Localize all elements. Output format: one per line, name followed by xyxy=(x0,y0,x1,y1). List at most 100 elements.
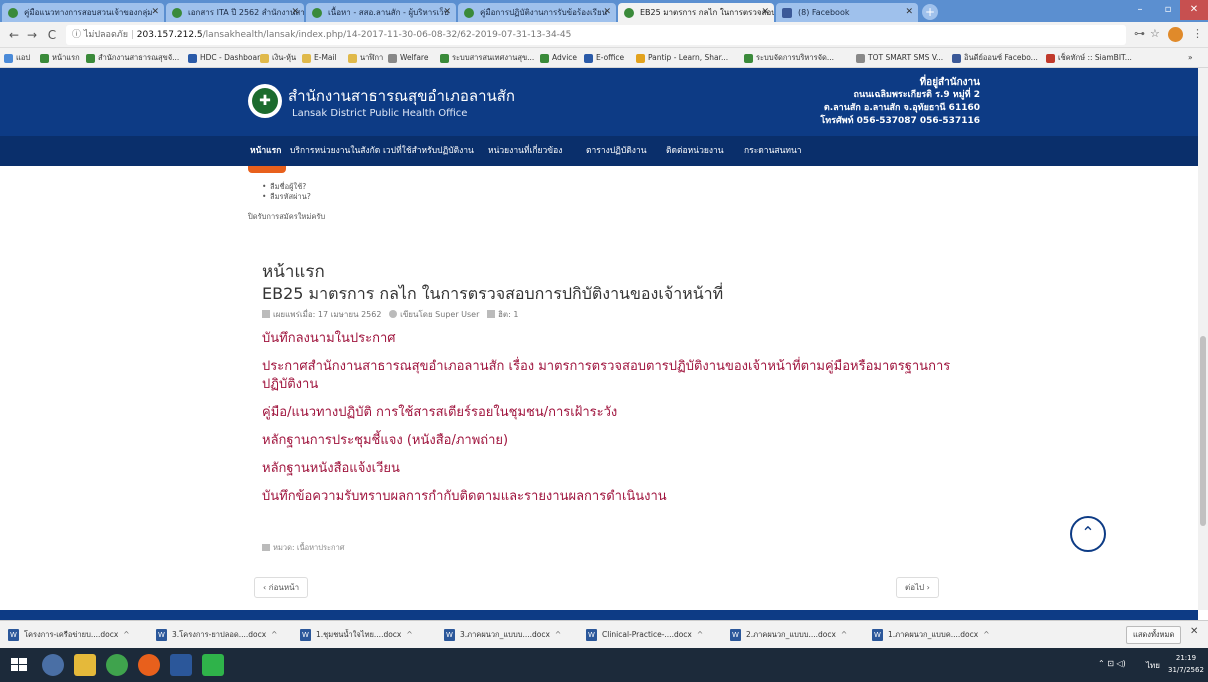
line-app-icon[interactable] xyxy=(202,654,224,676)
chrome-icon[interactable] xyxy=(106,654,128,676)
minimize-window-icon[interactable]: – xyxy=(1126,0,1154,20)
cloud-icon[interactable] xyxy=(42,654,64,676)
close-window-icon[interactable]: ✕ xyxy=(1180,0,1208,20)
download-item[interactable]: W 3.โครงการ-ยาปลอด....docx ^ xyxy=(156,626,277,644)
key-icon[interactable]: ⊶ xyxy=(1134,27,1145,40)
next-page-button[interactable]: ต่อไป › xyxy=(896,577,939,598)
firefox-icon[interactable] xyxy=(138,654,160,676)
tab-label: เนื้อหา - สสอ.ลานสัก - ผู้บริหารเว็บ xyxy=(328,8,449,17)
nav-affiliated-services[interactable]: บริการหน่วยงานในสังกัด xyxy=(290,136,380,166)
input-language[interactable]: ไทย xyxy=(1146,659,1160,672)
bookmark-item[interactable]: TOT SMART SMS V... xyxy=(856,51,943,65)
article-link[interactable]: บันทึกลงนามในประกาศ xyxy=(262,330,962,348)
bookmark-item[interactable]: HDC - Dashboard xyxy=(188,51,265,65)
bookmark-item[interactable]: Pantip - Learn, Shar... xyxy=(636,51,728,65)
close-downloads-icon[interactable]: ✕ xyxy=(1190,626,1198,637)
bookmark-folder[interactable]: นาฬิกา xyxy=(348,51,383,65)
chevron-up-icon[interactable]: ^ xyxy=(841,630,847,639)
nav-related-agencies[interactable]: หน่วยงานที่เกี่ยวข้อง xyxy=(488,136,562,166)
browser-tab[interactable]: คู่มือแนวทางการสอบสวนเจ้าของกลุ่ม ✕ xyxy=(2,3,164,22)
download-item[interactable]: W 3.ภาคผนวก_แบบบ....docx ^ xyxy=(444,626,561,644)
web-page: ✚ สำนักงานสาธารณสุขอำเภอลานสัก Lansak Di… xyxy=(0,68,1198,610)
download-item[interactable]: W Clinical-Practice-....docx ^ xyxy=(586,626,703,644)
bookmark-item[interactable]: Welfare xyxy=(388,51,428,65)
new-tab-button[interactable]: + xyxy=(922,4,938,20)
bookmark-item[interactable]: เช็คทักษ์ :: SiamBIT... xyxy=(1046,51,1132,65)
article-link[interactable]: บันทึกข้อความรับทราบผลการกำกับติดตามและร… xyxy=(262,488,962,506)
system-tray-icons[interactable]: ⌃ ⊡ ◁) xyxy=(1098,659,1126,668)
chevron-up-icon[interactable]: ^ xyxy=(555,630,561,639)
not-secure-label[interactable]: ⓘ ไม่ปลอดภัย xyxy=(72,30,128,40)
close-tab-icon[interactable]: ✕ xyxy=(905,3,913,22)
article-link[interactable]: หลักฐานการประชุมชี้แจง (หนังสือ/ภาพถ่าย) xyxy=(262,432,962,450)
chevron-up-icon[interactable]: ^ xyxy=(983,630,989,639)
nav-forum[interactable]: กระดานสนทนา xyxy=(744,136,802,166)
scrollbar-thumb[interactable] xyxy=(1200,336,1206,526)
close-tab-icon[interactable]: ✕ xyxy=(603,3,611,22)
windows-start-icon[interactable] xyxy=(8,654,30,676)
download-item[interactable]: W 1.ภาคผนวก_แบบค....docx ^ xyxy=(872,626,989,644)
browser-tab[interactable]: เนื้อหา - สสอ.ลานสัก - ผู้บริหารเว็บ ✕ xyxy=(306,3,456,22)
nav-contact[interactable]: ติดต่อหน่วยงาน xyxy=(666,136,724,166)
maximize-window-icon[interactable]: ▫ xyxy=(1154,0,1182,20)
bookmark-star-icon[interactable]: ☆ xyxy=(1150,27,1160,40)
download-item[interactable]: W 2.ภาคผนวก_แบบบ....docx ^ xyxy=(730,626,847,644)
site-logo[interactable]: ✚ xyxy=(248,84,282,118)
bookmark-folder[interactable]: เงิน-หุ้น xyxy=(260,51,296,65)
browser-tab[interactable]: คู่มือการปฏิบัติงานการรับข้อร้องเรียน ✕ xyxy=(458,3,616,22)
back-to-top-icon[interactable]: ⌃ xyxy=(1070,516,1106,552)
more-bookmarks-icon[interactable]: » xyxy=(1188,51,1193,65)
browser-menu-icon[interactable]: ⋮ xyxy=(1192,27,1203,40)
chevron-up-icon[interactable]: ^ xyxy=(271,630,277,639)
browser-tab[interactable]: เอกสาร ITA ปี 2562 สำนักงานสาธาร ✕ xyxy=(166,3,304,22)
download-item[interactable]: W โครงการ-เครือข่ายบ....docx ^ xyxy=(8,626,130,644)
url-input[interactable]: ⓘ ไม่ปลอดภัย | 203.157.212.5/lansakhealt… xyxy=(66,25,1126,45)
forward-arrow-icon[interactable]: → xyxy=(24,26,40,44)
article-link[interactable]: คู่มือ/แนวทางปฏิบัติ การใช้สารสเตียร์รอย… xyxy=(262,404,962,422)
health-emblem-icon: ✚ xyxy=(252,88,278,114)
close-tab-icon[interactable]: ✕ xyxy=(151,3,159,22)
article-title: EB25 มาตรการ กลไก ในการตรวจสอบการปกิบัติ… xyxy=(262,284,724,303)
bookmark-item[interactable]: ระบบสารสนเทศงานสุข... xyxy=(440,51,534,65)
word-icon[interactable] xyxy=(170,654,192,676)
close-tab-icon[interactable]: ✕ xyxy=(291,3,299,22)
bookmark-apps[interactable]: แอป xyxy=(4,51,30,65)
bookmark-item[interactable]: E-office xyxy=(584,51,624,65)
bookmark-item[interactable]: อินดีย์ออนซ์ Facebo... xyxy=(952,51,1038,65)
chevron-up-icon[interactable]: ^ xyxy=(697,630,703,639)
bookmark-folder[interactable]: E-Mail xyxy=(302,51,337,65)
back-arrow-icon[interactable]: ← xyxy=(6,26,22,44)
site-header: ✚ สำนักงานสาธารณสุขอำเภอลานสัก Lansak Di… xyxy=(0,68,1198,136)
page-scrollbar[interactable] xyxy=(1198,68,1208,610)
reload-icon[interactable]: C xyxy=(44,26,60,44)
taskbar-clock[interactable]: 21:19 31/7/2562 xyxy=(1168,652,1204,676)
bookmark-item[interactable]: หน้าแรก xyxy=(40,51,80,65)
close-tab-icon[interactable]: ✕ xyxy=(761,3,769,22)
chevron-up-icon[interactable]: ^ xyxy=(123,630,129,639)
bookmark-item[interactable]: Advice xyxy=(540,51,577,65)
close-tab-icon[interactable]: ✕ xyxy=(443,3,451,22)
download-item[interactable]: W 1.ชุมชนน้ำใจไทย....docx ^ xyxy=(300,626,413,644)
browser-tab-strip: คู่มือแนวทางการสอบสวนเจ้าของกลุ่ม ✕ เอกส… xyxy=(0,0,1208,22)
browser-tab-active[interactable]: EB25 มาตรการ กลไก ในการตรวจสอบ ✕ xyxy=(618,3,774,22)
bookmark-item[interactable]: ระบบจัดการบริหารจัด... xyxy=(744,51,834,65)
browser-tab[interactable]: (8) Facebook ✕ xyxy=(776,3,918,22)
chevron-up-icon[interactable]: ^ xyxy=(406,630,412,639)
article-link[interactable]: หลักฐานหนังสือแจ้งเวียน xyxy=(262,460,962,478)
article-link[interactable]: ประกาศสำนักงานสาธารณสุขอำเภอลานสัก เรื่อ… xyxy=(262,358,962,394)
site-title[interactable]: สำนักงานสาธารณสุขอำเภอลานสัก xyxy=(288,84,515,108)
nav-work-schedule[interactable]: ตารางปฏิบัติงาน xyxy=(586,136,647,166)
bookmark-item[interactable]: สำนักงานสาธารณสุขจั... xyxy=(86,51,179,65)
previous-page-button[interactable]: ‹ ก่อนหน้า xyxy=(254,577,309,598)
file-explorer-icon[interactable] xyxy=(74,654,96,676)
login-toggle-tab[interactable] xyxy=(248,166,286,173)
nav-work-websites[interactable]: เวปที่ใช้สำหรับปฏิบัติงาน xyxy=(383,136,474,166)
forgot-username-link[interactable]: ลืมชื่อผู้ใช้? xyxy=(262,182,311,192)
downloads-bar: W โครงการ-เครือข่ายบ....docx ^ W 3.โครงการ-… xyxy=(0,620,1208,648)
nav-home[interactable]: หน้าแรก xyxy=(250,136,281,166)
show-all-downloads-button[interactable]: แสดงทั้งหมด xyxy=(1126,626,1182,644)
forgot-password-link[interactable]: ลืมรหัสผ่าน? xyxy=(262,192,311,202)
word-doc-icon: W xyxy=(8,629,19,641)
profile-avatar-icon[interactable] xyxy=(1168,27,1183,42)
site-favicon-icon xyxy=(172,8,182,18)
